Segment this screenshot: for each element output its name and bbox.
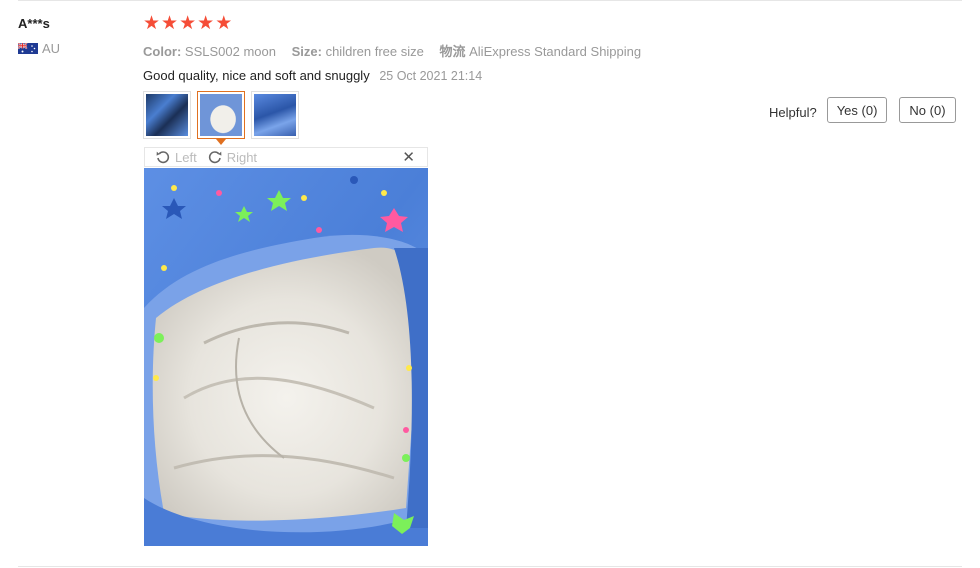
review-photo-thumbnails [143, 91, 299, 145]
star-icon: ★ [197, 13, 215, 34]
photo-thumbnail[interactable] [251, 91, 299, 139]
review-body: ★ ★ ★ ★ ★ Color: SSLS002 moon Size: chil… [143, 14, 653, 84]
helpful-label: Helpful? [769, 104, 817, 120]
photo-thumbnail[interactable] [143, 91, 191, 139]
helpful-no-button[interactable]: No (0) [899, 97, 956, 123]
star-icon: ★ [179, 13, 197, 34]
enlarged-review-photo [144, 168, 428, 546]
reviewer-country: AU [18, 41, 60, 56]
photo-thumbnail-selected[interactable] [197, 91, 245, 145]
attribute-key-shipping: 物流 [439, 44, 466, 59]
review-photo-image [144, 168, 428, 546]
rotate-right-button[interactable]: Right [207, 149, 257, 165]
review-content: Good quality, nice and soft and snuggly … [143, 68, 653, 83]
thumbnail-image [254, 94, 296, 136]
attribute-key-color: Color: [143, 44, 182, 59]
close-icon[interactable]: ✕ [402, 148, 415, 166]
thumbnail-image [200, 94, 242, 136]
rotate-right-label: Right [226, 149, 258, 165]
top-divider [18, 0, 962, 1]
review-date: 25 Oct 2021 21:14 [379, 69, 483, 83]
rotate-left-label: Left [175, 149, 197, 165]
attribute-value-size: children free size [325, 44, 424, 59]
selected-indicator-caret [216, 139, 226, 145]
star-icon: ★ [161, 13, 179, 34]
reviewer-info: A***s AU [18, 16, 60, 56]
helpful-yes-button[interactable]: Yes (0) [826, 97, 888, 123]
photo-viewer-toolbar: Left Right ✕ [144, 147, 428, 167]
rotate-left-button[interactable]: Left [155, 149, 197, 165]
attribute-value-color: SSLS002 moon [184, 44, 276, 59]
bottom-divider [18, 566, 962, 567]
country-code: AU [42, 41, 61, 56]
attribute-value-shipping: AliExpress Standard Shipping [469, 44, 642, 59]
star-rating: ★ ★ ★ ★ ★ [143, 14, 653, 34]
star-icon: ★ [143, 13, 161, 34]
reviewer-name: A***s [18, 16, 50, 31]
rotate-right-icon [208, 151, 222, 164]
attribute-key-size: Size: [291, 44, 322, 59]
product-attributes: Color: SSLS002 moon Size: children free … [143, 41, 653, 60]
review-text: Good quality, nice and soft and snuggly [143, 68, 370, 83]
thumbnail-image [146, 94, 188, 136]
australia-flag-icon [18, 43, 38, 54]
rotate-left-icon [156, 151, 170, 164]
helpful-votes: Helpful? Yes (0) No (0) [769, 97, 956, 123]
star-icon: ★ [215, 13, 233, 34]
